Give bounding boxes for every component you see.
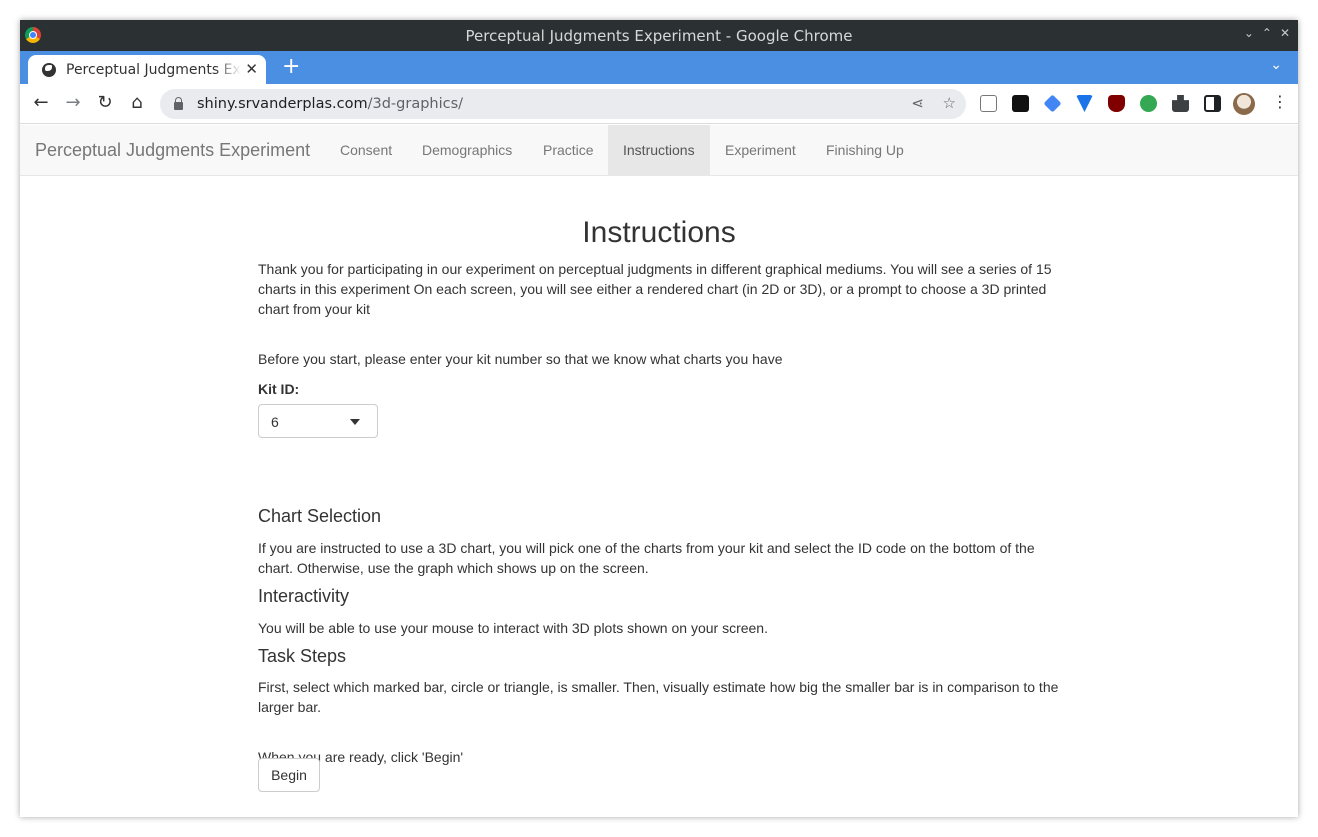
task-steps-text: First, select which marked bar, circle o…: [258, 679, 1059, 715]
tab-search-icon[interactable]: ⌄: [1270, 57, 1282, 73]
interactivity-heading: Interactivity: [258, 586, 350, 606]
bookmark-star-icon[interactable]: ☆: [943, 94, 956, 112]
tab-close-icon[interactable]: ✕: [245, 60, 258, 78]
tab-strip: Perceptual Judgments Experiment ✕ + ⌄: [20, 51, 1298, 84]
reader-mode-icon[interactable]: [980, 95, 997, 112]
browser-toolbar: ← → ↻ ⌂ shiny.srvanderplas.com/3d-graphi…: [20, 84, 1298, 124]
nav-instructions[interactable]: Instructions: [608, 125, 710, 175]
chart-selection-text: If you are instructed to use a 3D chart,…: [258, 540, 1035, 576]
share-icon[interactable]: ⋖: [911, 94, 924, 112]
kit-id-label: Kit ID:: [258, 381, 300, 397]
address-bar[interactable]: shiny.srvanderplas.com/3d-graphics/ ⋖ ☆: [160, 89, 966, 119]
kit-prompt-text: Before you start, please enter your kit …: [258, 351, 783, 367]
chart-selection-heading: Chart Selection: [258, 506, 382, 526]
browser-window: Perceptual Judgments Experiment - Google…: [20, 20, 1298, 817]
ublock-origin-icon[interactable]: [1108, 95, 1125, 112]
window-controls: ⌄ ⌃ ✕: [1244, 26, 1290, 40]
home-icon[interactable]: ⌂: [126, 92, 148, 113]
nav-experiment[interactable]: Experiment: [710, 125, 811, 175]
chrome-logo-icon: [25, 27, 41, 43]
page-title: Instructions: [582, 216, 736, 249]
graduation-cap-icon[interactable]: [1043, 94, 1062, 113]
app-brand[interactable]: Perceptual Judgments Experiment: [35, 140, 310, 161]
interactivity-text: You will be able to use your mouse to in…: [258, 620, 768, 636]
title-bar: Perceptual Judgments Experiment - Google…: [20, 20, 1298, 51]
nav-finishing-up[interactable]: Finishing Up: [811, 125, 919, 175]
close-window-icon[interactable]: ✕: [1280, 26, 1290, 40]
minimize-icon[interactable]: ⌄: [1244, 26, 1254, 40]
nav-practice[interactable]: Practice: [528, 125, 609, 175]
kit-id-select[interactable]: 6: [258, 404, 378, 438]
v-extension-icon[interactable]: [1076, 95, 1093, 112]
side-panel-icon[interactable]: [1204, 95, 1221, 112]
nav-consent[interactable]: Consent: [325, 125, 407, 175]
browser-tab[interactable]: Perceptual Judgments Experiment ✕: [28, 55, 266, 84]
new-tab-button[interactable]: +: [282, 54, 300, 79]
menu-icon[interactable]: ⋮: [1272, 92, 1288, 111]
maximize-icon[interactable]: ⌃: [1262, 26, 1272, 40]
url-host: shiny.srvanderplas.com: [197, 96, 368, 112]
app-navbar: Perceptual Judgments Experiment Consent …: [20, 125, 1298, 176]
task-steps-heading: Task Steps: [258, 646, 347, 666]
intro-text: Thank you for participating in our exper…: [258, 261, 1052, 317]
reload-icon[interactable]: ↻: [94, 92, 116, 113]
lock-icon[interactable]: [174, 96, 183, 110]
window-title: Perceptual Judgments Experiment - Google…: [465, 26, 853, 45]
dropdown-caret-icon: [350, 419, 360, 425]
globe-icon: [42, 62, 56, 77]
tab-title: Perceptual Judgments Experiment: [66, 61, 241, 78]
kit-id-value: 6: [271, 414, 279, 430]
profile-avatar[interactable]: [1233, 93, 1255, 115]
notion-icon[interactable]: [1012, 95, 1029, 112]
url-text[interactable]: shiny.srvanderplas.com/3d-graphics/: [197, 96, 463, 112]
puzzle-piece-icon[interactable]: [1172, 95, 1189, 112]
url-path: /3d-graphics/: [367, 96, 464, 112]
back-icon[interactable]: ←: [30, 92, 52, 113]
forward-icon[interactable]: →: [62, 92, 84, 113]
green-extension-icon[interactable]: [1140, 95, 1157, 112]
begin-button[interactable]: Begin: [258, 758, 320, 792]
nav-demographics[interactable]: Demographics: [407, 125, 527, 175]
